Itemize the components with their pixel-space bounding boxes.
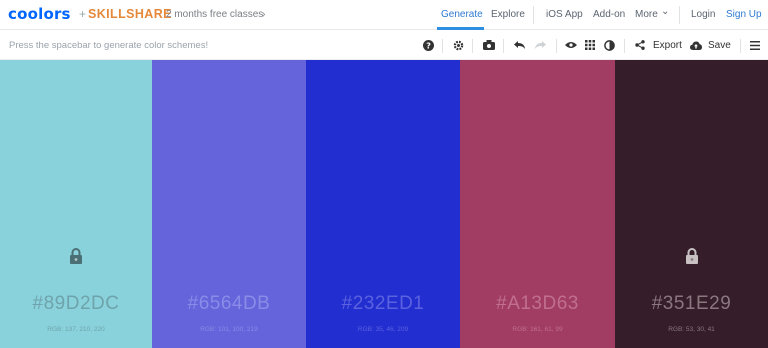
grid-icon[interactable] [582, 37, 598, 53]
hex-code[interactable]: #89D2DC [0, 293, 152, 315]
cloud-upload-icon[interactable] [688, 37, 704, 53]
plus-sign: + [79, 7, 87, 21]
rgb-value: RGB: 101, 100, 219 [200, 326, 258, 333]
hex-code[interactable]: #232ED1 [306, 293, 460, 315]
undo-icon[interactable] [512, 37, 528, 53]
nav-generate[interactable]: Generate [441, 9, 483, 20]
nav-more[interactable]: More [635, 9, 658, 20]
save-button[interactable]: Save [708, 40, 731, 51]
nav-divider [533, 6, 534, 24]
hex-code[interactable]: #A13D63 [460, 293, 615, 315]
chevron-right-icon[interactable]: › [262, 9, 265, 20]
share-icon[interactable] [632, 37, 648, 53]
signup-link[interactable]: Sign Up [726, 9, 762, 20]
color-palette: #89D2DC RGB: 137, 210, 220 #6564DB RGB: … [0, 60, 768, 348]
lock-icon[interactable] [69, 248, 83, 264]
toolbar-divider [624, 39, 625, 53]
menu-icon[interactable] [747, 37, 763, 53]
top-navbar: coolors + SKILLSHARE 2 months free class… [0, 0, 768, 30]
rgb-value: RGB: 35, 46, 209 [357, 326, 409, 333]
toolbar-divider [442, 39, 443, 53]
nav-explore[interactable]: Explore [491, 9, 525, 20]
nav-ios-app[interactable]: iOS App [546, 9, 583, 20]
color-swatch[interactable]: #351E29 RGB: 53, 30, 41 [615, 60, 768, 348]
chevron-down-icon[interactable]: ⌄ [661, 6, 669, 17]
export-button[interactable]: Export [653, 40, 682, 51]
skillshare-logo[interactable]: SKILLSHARE [88, 7, 172, 21]
color-swatch[interactable]: #A13D63 RGB: 161, 61, 99 [460, 60, 615, 348]
toolbar-divider [740, 39, 741, 53]
contrast-icon[interactable] [601, 37, 617, 53]
rgb-value: RGB: 137, 210, 220 [47, 326, 105, 333]
toolbar-divider [503, 39, 504, 53]
login-link[interactable]: Login [691, 9, 715, 20]
eye-icon[interactable] [563, 37, 579, 53]
toolbar: Press the spacebar to generate color sch… [0, 31, 768, 60]
camera-icon[interactable] [481, 37, 497, 53]
toolbar-divider [556, 39, 557, 53]
toolbar-divider [472, 39, 473, 53]
hex-code[interactable]: #351E29 [615, 293, 768, 315]
hex-code[interactable]: #6564DB [152, 293, 306, 315]
active-tab-indicator [437, 27, 484, 30]
svg-text:?: ? [426, 40, 431, 50]
spacebar-hint: Press the spacebar to generate color sch… [9, 40, 209, 51]
rgb-value: RGB: 53, 30, 41 [668, 326, 715, 333]
color-swatch[interactable]: #89D2DC RGB: 137, 210, 220 [0, 60, 152, 348]
lock-icon[interactable] [685, 248, 699, 264]
nav-divider [679, 6, 680, 24]
nav-addon[interactable]: Add-on [593, 9, 625, 20]
redo-icon[interactable] [532, 37, 548, 53]
coolors-logo[interactable]: coolors [8, 5, 71, 23]
gear-icon[interactable] [450, 37, 466, 53]
help-icon[interactable]: ? [420, 37, 436, 53]
promo-link[interactable]: 2 months free classes [166, 9, 263, 20]
color-swatch[interactable]: #6564DB RGB: 101, 100, 219 [152, 60, 306, 348]
rgb-value: RGB: 161, 61, 99 [512, 326, 563, 333]
color-swatch[interactable]: #232ED1 RGB: 35, 46, 209 [306, 60, 460, 348]
